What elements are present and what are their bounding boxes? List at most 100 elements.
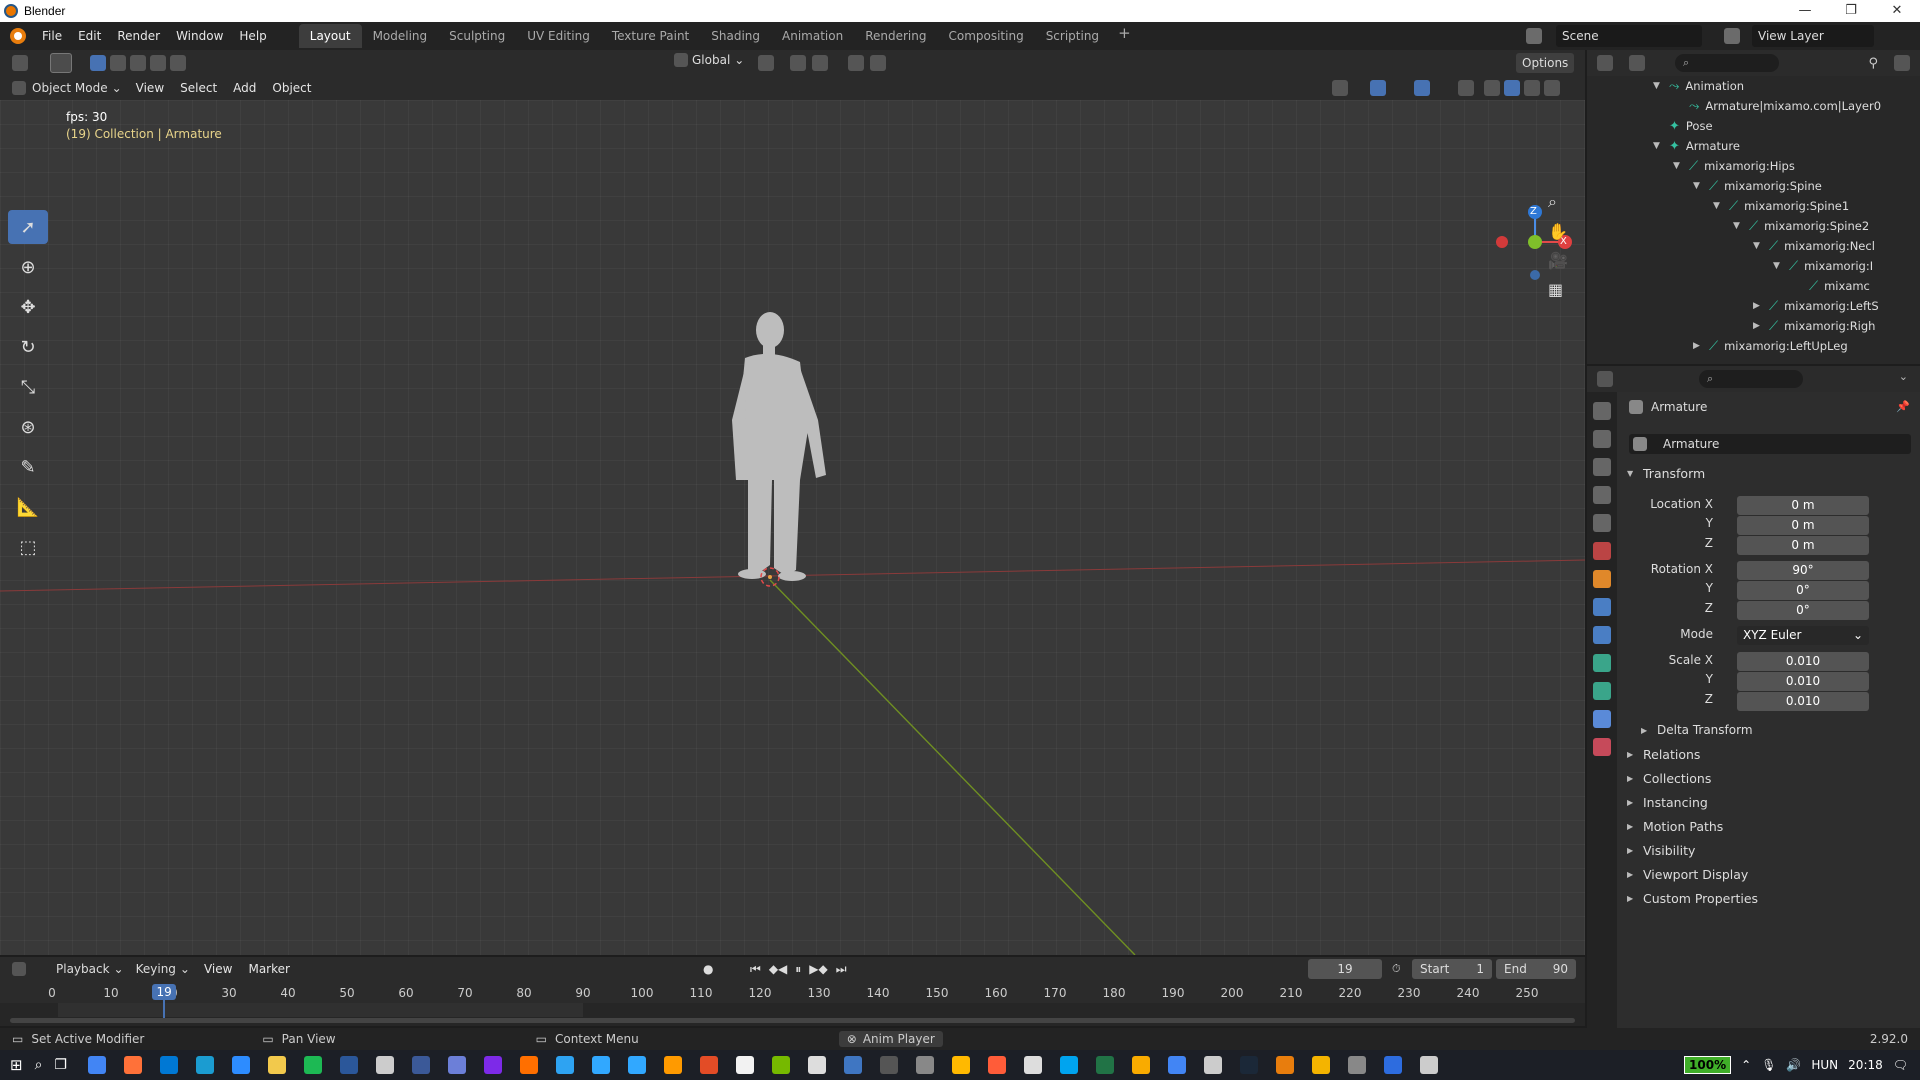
taskbar-app-icon[interactable] (771, 1056, 790, 1074)
notifications-icon[interactable]: 🗨 (1893, 1058, 1908, 1072)
timeline-editor-icon[interactable] (12, 962, 26, 976)
view-layer-icon[interactable] (1724, 28, 1740, 44)
language-indicator[interactable]: HUN (1811, 1058, 1838, 1072)
network-icon[interactable]: ⌃ (1741, 1058, 1751, 1072)
gizmo-z-label[interactable]: Z (1530, 206, 1537, 217)
object-name-field[interactable]: Armature (1629, 434, 1911, 454)
taskbar-app-icon[interactable] (699, 1056, 718, 1074)
transform-orientation-dropdown[interactable]: Global ⌄ (668, 53, 750, 67)
anim-player-job[interactable]: ⊗ Anim Player (838, 1031, 943, 1047)
taskbar-app-icon[interactable] (231, 1056, 250, 1074)
timeline-view-menu[interactable]: View (196, 955, 240, 983)
clock[interactable]: 20:18 (1848, 1058, 1883, 1072)
taskbar-app-icon[interactable] (627, 1056, 646, 1074)
tab-animation[interactable]: Animation (771, 24, 854, 48)
jump-end-icon[interactable]: ⏭ (836, 962, 847, 977)
outliner-row[interactable]: ▶ ⟋ mixamorig:LeftS (1753, 296, 1879, 316)
location-x-field[interactable]: 0 m (1737, 496, 1869, 515)
texture-tab-icon[interactable] (1593, 738, 1611, 756)
outliner-row[interactable]: ▼ ⟋ mixamorig:Spine1 (1713, 196, 1849, 216)
select-mode-extend-icon[interactable] (110, 55, 126, 71)
menu-window[interactable]: Window (168, 22, 231, 50)
falloff-icon[interactable] (870, 55, 886, 71)
scene-selector[interactable]: Scene (1556, 25, 1702, 47)
windows-start-icon[interactable]: ⊞ (10, 1056, 23, 1074)
chevron-down-icon[interactable]: ⌄ (1899, 370, 1908, 383)
taskbar-app-icon[interactable] (195, 1056, 214, 1074)
playhead[interactable]: 19 (152, 984, 177, 1000)
tab-sculpting[interactable]: Sculpting (438, 24, 516, 48)
properties-search-input[interactable]: ⌕ (1699, 370, 1803, 388)
transform-panel-header[interactable]: ▼ Transform (1627, 466, 1705, 481)
viewport-menu-object[interactable]: Object (264, 74, 319, 102)
snap-icon[interactable] (790, 55, 806, 71)
pin-icon[interactable]: 📌 (1896, 400, 1910, 413)
viewport-menu-view[interactable]: View (128, 74, 172, 102)
cursor-tool[interactable]: ⊕ (8, 250, 48, 284)
taskbar-app-icon[interactable] (267, 1056, 286, 1074)
taskbar-app-icon[interactable] (1203, 1056, 1222, 1074)
taskbar-app-icon[interactable] (159, 1056, 178, 1074)
blender-logo-icon[interactable] (10, 28, 26, 44)
taskbar-app-icon[interactable] (1419, 1056, 1438, 1074)
taskbar-app-icon[interactable] (1059, 1056, 1078, 1074)
maximize-button[interactable]: ❐ (1828, 0, 1874, 22)
outliner-row[interactable]: ▼ ✦ Armature (1653, 136, 1740, 156)
property-panel-header[interactable]: ▶ Motion Paths (1627, 819, 1723, 834)
tab-texture-paint[interactable]: Texture Paint (601, 24, 700, 48)
taskbar-app-icon[interactable] (1239, 1056, 1258, 1074)
pan-hand-icon[interactable]: ✋ (1548, 222, 1568, 241)
add-workspace-button[interactable]: + (1110, 24, 1139, 48)
menu-file[interactable]: File (34, 22, 70, 50)
start-frame-field[interactable]: Start 1 (1412, 959, 1492, 979)
editor-type-icon[interactable] (12, 55, 28, 71)
view-layer-selector[interactable]: View Layer (1752, 25, 1874, 47)
filter-icon[interactable]: ⚲ (1868, 56, 1878, 71)
pause-icon[interactable]: ⏸ (795, 962, 801, 977)
output-tab-icon[interactable] (1593, 458, 1611, 476)
viewport-menu-select[interactable]: Select (172, 74, 225, 102)
object-mode-dropdown[interactable]: Object Mode ⌄ (26, 81, 128, 95)
outliner-row[interactable]: ▼ ⟋ mixamorig:I (1773, 256, 1873, 276)
taskbar-app-icon[interactable] (375, 1056, 394, 1074)
world-tab-icon[interactable] (1593, 542, 1611, 560)
outliner-row[interactable]: ⤳ Armature|mixamo.com|Layer0 (1673, 96, 1881, 116)
view-layer-tab-icon[interactable] (1593, 486, 1611, 504)
zoom-badge[interactable]: 100% (1684, 1056, 1732, 1074)
select-box-tool[interactable]: ➚ (8, 210, 48, 244)
pivot-point-icon[interactable] (758, 55, 774, 71)
taskbar-app-icon[interactable] (951, 1056, 970, 1074)
outliner-editor-icon[interactable] (1597, 55, 1613, 71)
annotate-tool[interactable]: ✎ (8, 450, 48, 484)
property-panel-header[interactable]: ▶ Collections (1627, 771, 1711, 786)
end-frame-field[interactable]: End 90 (1496, 959, 1576, 979)
tab-uv-editing[interactable]: UV Editing (516, 24, 601, 48)
tab-scripting[interactable]: Scripting (1035, 24, 1110, 48)
rotation-y-field[interactable]: 0° (1737, 581, 1869, 600)
delta-transform-subpanel[interactable]: ▶ Delta Transform (1641, 723, 1753, 737)
mic-icon[interactable]: 🎙 (1761, 1058, 1776, 1072)
properties-editor-icon[interactable] (1597, 371, 1613, 387)
outliner-row[interactable]: ▼ ⟋ mixamorig:Spine2 (1733, 216, 1869, 236)
options-dropdown[interactable]: Options (1516, 53, 1575, 73)
timeline-scrollbar[interactable] (10, 1018, 1575, 1023)
prev-keyframe-icon[interactable]: ◆◀ (769, 962, 787, 977)
3d-viewport[interactable]: Z X fps: 30 (19) Collection | Armature ➚… (0, 100, 1585, 955)
zoom-icon[interactable]: ⌕ (1548, 192, 1568, 212)
select-mode-subtract-icon[interactable] (130, 55, 146, 71)
taskbar-app-icon[interactable] (1311, 1056, 1330, 1074)
scale-x-field[interactable]: 0.010 (1737, 652, 1869, 671)
property-panel-header[interactable]: ▶ Instancing (1627, 795, 1708, 810)
object-datablock-icon[interactable] (1633, 437, 1647, 451)
tab-shading[interactable]: Shading (700, 24, 771, 48)
outliner-row[interactable]: ▼ ⟋ mixamorig:Spine (1693, 176, 1822, 196)
playback-menu[interactable]: Playback ⌄ (50, 962, 130, 976)
expand-triangle-icon[interactable]: ▼ (1653, 141, 1663, 151)
property-panel-header[interactable]: ▶ Viewport Display (1627, 867, 1748, 882)
outliner-row[interactable]: ▼ ⤳ Animation (1653, 76, 1744, 96)
rotate-tool[interactable]: ↻ (8, 330, 48, 364)
expand-triangle-icon[interactable]: ▶ (1753, 321, 1763, 331)
proportional-edit-icon[interactable] (848, 55, 864, 71)
move-tool[interactable]: ✥ (8, 290, 48, 324)
constraints-tab-icon[interactable] (1593, 710, 1611, 728)
